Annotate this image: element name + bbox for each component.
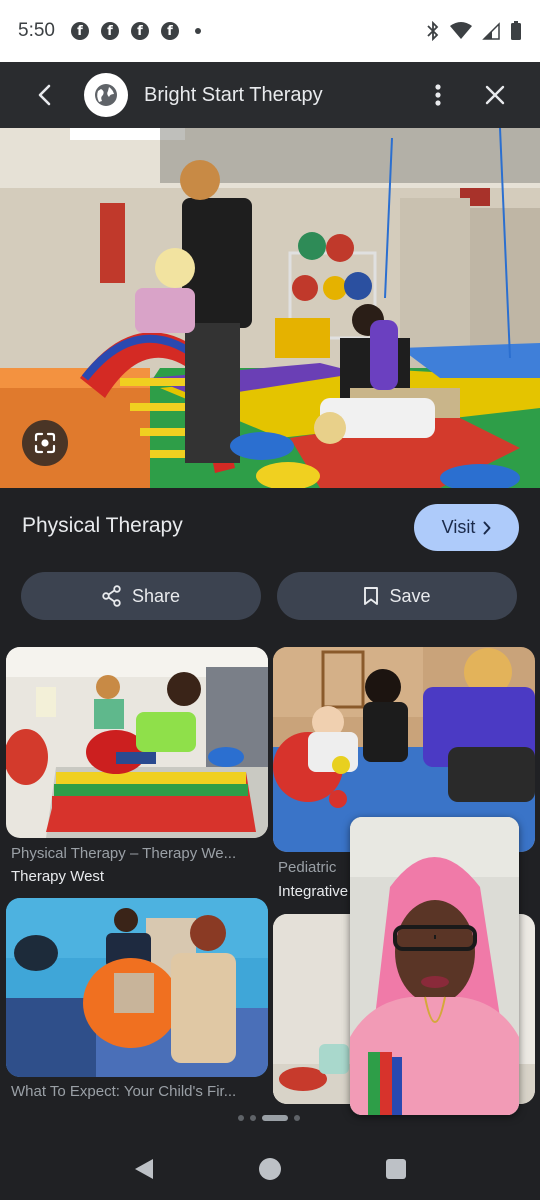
chevron-right-icon <box>483 521 491 534</box>
system-nav-bar <box>0 1138 540 1200</box>
site-name[interactable]: Bright Start Therapy <box>144 84 323 107</box>
signal-icon <box>482 22 500 40</box>
related-source: Therapy West <box>11 868 105 885</box>
viewer-header: Bright Start Therapy <box>0 62 540 128</box>
related-title: Physical Therapy – Therapy We... <box>11 845 237 862</box>
bookmark-icon <box>364 587 379 605</box>
related-card[interactable]: What To Expect: Your Child's Fir... <box>6 898 268 1103</box>
facebook-icon: f <box>160 22 179 40</box>
therapy-room-photo <box>0 128 540 488</box>
page-indicator <box>238 1115 300 1121</box>
battery-icon <box>511 21 521 40</box>
back-nav-button[interactable] <box>133 1157 155 1181</box>
share-icon <box>102 585 121 607</box>
visit-button[interactable]: Visit <box>414 504 519 551</box>
page-dot-active <box>262 1115 288 1121</box>
page-dot <box>238 1115 244 1121</box>
related-title: What To Expect: Your Child's Fir... <box>11 1083 237 1100</box>
status-time: 5:50 <box>18 20 55 41</box>
save-button[interactable]: Save <box>277 572 517 620</box>
page-dot <box>294 1115 300 1121</box>
more-notifications-dot <box>194 28 201 34</box>
more-options-button[interactable] <box>418 72 458 118</box>
status-bar: 5:50 f f f f <box>0 0 540 62</box>
more-vert-icon <box>435 84 441 106</box>
save-label: Save <box>389 585 431 606</box>
lens-icon <box>34 432 56 454</box>
result-title: Physical Therapy <box>22 514 183 537</box>
visit-label: Visit <box>441 517 476 537</box>
share-button[interactable]: Share <box>21 572 261 620</box>
system-icons <box>426 21 522 41</box>
globe-icon <box>95 84 117 106</box>
video-frame <box>350 817 519 1115</box>
close-button[interactable] <box>472 72 518 118</box>
facebook-icon: f <box>100 22 119 40</box>
chevron-left-icon <box>38 84 51 106</box>
related-card[interactable]: Physical Therapy – Therapy We... Therapy… <box>6 647 268 892</box>
facebook-icon: f <box>130 22 149 40</box>
site-favicon[interactable] <box>84 73 128 117</box>
picture-in-picture-video[interactable] <box>350 817 519 1115</box>
facebook-icon: f <box>70 22 89 40</box>
lens-search-button[interactable] <box>22 420 68 466</box>
related-photo <box>6 647 268 838</box>
related-photo <box>6 898 268 1077</box>
related-thumbnail[interactable] <box>6 647 268 838</box>
recents-nav-button[interactable] <box>385 1158 407 1180</box>
related-thumbnail[interactable] <box>6 898 268 1077</box>
share-label: Share <box>131 585 181 606</box>
home-nav-button[interactable] <box>258 1157 282 1181</box>
close-icon <box>485 85 505 105</box>
wifi-icon <box>450 22 472 39</box>
bluetooth-icon <box>427 21 439 41</box>
result-image[interactable] <box>0 128 540 488</box>
back-button[interactable] <box>22 72 68 118</box>
page-dot <box>250 1115 256 1121</box>
